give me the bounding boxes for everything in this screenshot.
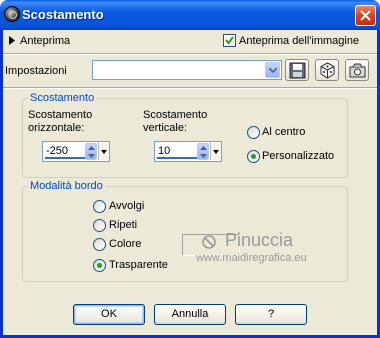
- center-radio-label[interactable]: Al centro: [262, 126, 305, 138]
- dialog-window: Scostamento Anteprima Anteprima dell'imm…: [0, 0, 380, 338]
- horizontal-offset-underline: [45, 157, 85, 159]
- edge-color-radio[interactable]: [93, 238, 106, 251]
- horizontal-offset-value[interactable]: -250: [46, 145, 68, 157]
- title-bar[interactable]: Scostamento: [0, 0, 380, 30]
- preset-combobox[interactable]: [92, 60, 282, 80]
- spin-down-icon[interactable]: [88, 154, 95, 158]
- close-icon: [360, 10, 371, 21]
- custom-radio[interactable]: [247, 150, 260, 163]
- chevron-down-icon: [269, 68, 277, 73]
- close-button[interactable]: [355, 5, 376, 26]
- image-preview-label[interactable]: Anteprima dell'immagine: [239, 35, 359, 47]
- preset-dropdown-button[interactable]: [265, 62, 280, 78]
- app-icon: [4, 6, 20, 22]
- horizontal-offset-label-line2: orizzontale:: [28, 122, 85, 134]
- save-preset-button[interactable]: [285, 59, 309, 81]
- edge-transparent-label[interactable]: Trasparente: [109, 259, 168, 271]
- edge-color-label[interactable]: Colore: [109, 238, 141, 250]
- randomize-button[interactable]: [315, 59, 339, 81]
- window-title: Scostamento: [22, 7, 104, 22]
- edge-repeat-radio[interactable]: [93, 219, 106, 232]
- dialog-client-area: Anteprima Anteprima dell'immagine Impost…: [3, 30, 377, 335]
- expand-arrow-icon[interactable]: [9, 36, 15, 45]
- image-preview-checkbox[interactable]: [223, 34, 236, 47]
- vertical-offset-spinbox[interactable]: 10: [154, 141, 222, 162]
- camera-reset-icon: [349, 63, 366, 78]
- vertical-offset-stepper[interactable]: [197, 143, 209, 160]
- checkmark-icon: [225, 36, 234, 45]
- edge-wrap-radio[interactable]: [93, 200, 106, 213]
- reset-button[interactable]: [345, 59, 369, 81]
- vertical-offset-slider-button[interactable]: [210, 143, 220, 160]
- dice-icon: [320, 62, 335, 79]
- vertical-offset-underline: [157, 157, 197, 159]
- vertical-offset-value[interactable]: 10: [158, 145, 170, 157]
- horizontal-offset-spinbox[interactable]: -250: [42, 141, 110, 162]
- horizontal-offset-stepper[interactable]: [85, 143, 97, 160]
- watermark-copyright-icon: [202, 235, 216, 249]
- spin-up-icon[interactable]: [200, 146, 207, 150]
- settings-label: Impostazioni: [5, 65, 67, 77]
- offset-group-title: Scostamento: [28, 92, 97, 104]
- vertical-offset-label-line2: verticale:: [143, 122, 188, 134]
- spin-up-icon[interactable]: [88, 146, 95, 150]
- help-button[interactable]: ?: [235, 304, 307, 325]
- settings-separator: [3, 87, 377, 89]
- horizontal-offset-slider-button[interactable]: [98, 143, 108, 160]
- horizontal-offset-label-line1: Scostamento: [28, 109, 93, 121]
- floppy-disk-icon: [289, 62, 306, 79]
- custom-radio-label[interactable]: Personalizzato: [262, 150, 334, 162]
- edge-wrap-label[interactable]: Avvolgi: [109, 200, 144, 212]
- cancel-button[interactable]: Annulla: [154, 304, 226, 325]
- center-radio[interactable]: [247, 126, 260, 139]
- vertical-offset-label-line1: Scostamento: [143, 109, 208, 121]
- watermark-name: Pinuccia: [225, 230, 294, 250]
- small-down-arrow-icon: [213, 150, 219, 154]
- ok-button[interactable]: OK: [73, 304, 145, 325]
- top-separator: [3, 53, 377, 55]
- watermark-url: www.maidiregrafica.eu: [196, 252, 307, 264]
- edge-mode-group-title: Modalità bordo: [28, 180, 105, 192]
- spin-down-icon[interactable]: [200, 154, 207, 158]
- edge-repeat-label[interactable]: Ripeti: [109, 219, 137, 231]
- small-down-arrow-icon: [101, 150, 107, 154]
- preview-expander-label[interactable]: Anteprima: [20, 35, 70, 47]
- edge-transparent-radio[interactable]: [93, 259, 106, 272]
